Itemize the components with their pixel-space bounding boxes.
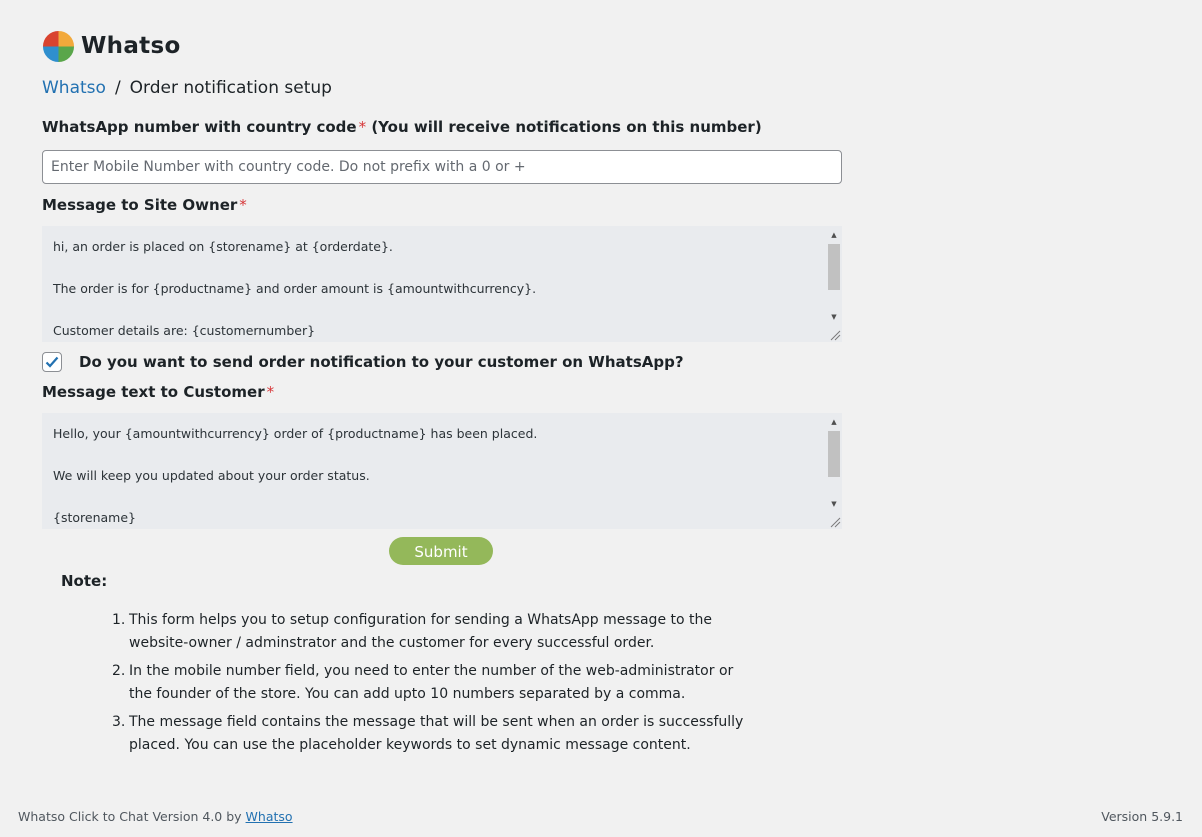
note-text: The message field contains the message t… bbox=[129, 714, 744, 753]
owner-message-textarea[interactable]: hi, an order is placed on {storename} at… bbox=[42, 226, 826, 342]
submit-row: Submit bbox=[42, 537, 842, 565]
whatso-logo-icon bbox=[42, 30, 75, 62]
resize-grip-icon[interactable] bbox=[826, 513, 842, 529]
note-text: This form helps you to setup configurati… bbox=[129, 612, 712, 651]
customer-notify-checkbox[interactable] bbox=[42, 352, 62, 372]
customer-message-label-text: Message text to Customer bbox=[42, 383, 265, 401]
customer-message-scrollbar[interactable]: ▲ ▼ bbox=[826, 413, 842, 529]
owner-message-box: hi, an order is placed on {storename} at… bbox=[42, 226, 842, 342]
note-title: Note: bbox=[61, 572, 108, 590]
phone-number-input[interactable] bbox=[42, 150, 842, 184]
note-item: 1. This form helps you to setup configur… bbox=[112, 609, 752, 655]
phone-field-label: WhatsApp number with country code * (You … bbox=[42, 118, 842, 140]
checkmark-icon bbox=[45, 356, 59, 368]
note-number: 2. bbox=[112, 663, 126, 679]
required-mark: * bbox=[358, 118, 367, 136]
owner-message-label-text: Message to Site Owner bbox=[42, 196, 238, 214]
settings-form: Whatso Whatso / Order notification setup… bbox=[42, 30, 842, 565]
footer-credit-text: Whatso Click to Chat Version 4.0 by bbox=[18, 809, 246, 824]
scroll-down-arrow-icon[interactable]: ▼ bbox=[826, 310, 842, 324]
customer-message-label: Message text to Customer * bbox=[42, 383, 842, 405]
note-text: In the mobile number field, you need to … bbox=[129, 663, 734, 702]
brand-logo: Whatso bbox=[42, 30, 842, 62]
owner-message-scrollbar[interactable]: ▲ ▼ bbox=[826, 226, 842, 342]
breadcrumb-root-link[interactable]: Whatso bbox=[42, 78, 106, 98]
scroll-up-arrow-icon[interactable]: ▲ bbox=[826, 228, 842, 242]
note-item: 3. The message field contains the messag… bbox=[112, 711, 752, 757]
required-mark: * bbox=[239, 196, 247, 214]
scrollbar-thumb[interactable] bbox=[828, 244, 840, 290]
scroll-down-arrow-icon[interactable]: ▼ bbox=[826, 497, 842, 511]
footer-credit: Whatso Click to Chat Version 4.0 by What… bbox=[18, 809, 293, 824]
breadcrumb: Whatso / Order notification setup bbox=[42, 76, 842, 100]
submit-button[interactable]: Submit bbox=[389, 537, 493, 565]
breadcrumb-separator: / bbox=[114, 78, 121, 98]
customer-notify-row: Do you want to send order notification t… bbox=[42, 350, 842, 374]
footer-version: Version 5.9.1 bbox=[1101, 809, 1183, 824]
note-number: 3. bbox=[112, 714, 126, 730]
page-title: Order notification setup bbox=[129, 78, 332, 98]
required-mark: * bbox=[266, 383, 275, 401]
customer-message-box: Hello, your {amountwithcurrency} order o… bbox=[42, 413, 842, 529]
customer-message-textarea[interactable]: Hello, your {amountwithcurrency} order o… bbox=[42, 413, 826, 529]
customer-notify-label: Do you want to send order notification t… bbox=[79, 353, 684, 371]
note-item: 2. In the mobile number field, you need … bbox=[112, 660, 752, 706]
resize-grip-icon[interactable] bbox=[826, 326, 842, 342]
phone-label-text: WhatsApp number with country code bbox=[42, 118, 357, 136]
scrollbar-thumb[interactable] bbox=[828, 431, 840, 477]
phone-label-hint: (You will receive notifications on this … bbox=[371, 118, 762, 136]
owner-message-label: Message to Site Owner * bbox=[42, 196, 842, 218]
logo-text: Whatso bbox=[81, 33, 181, 59]
footer-whatso-link[interactable]: Whatso bbox=[246, 809, 293, 824]
scroll-up-arrow-icon[interactable]: ▲ bbox=[826, 415, 842, 429]
note-list: 1. This form helps you to setup configur… bbox=[112, 609, 752, 762]
note-number: 1. bbox=[112, 612, 126, 628]
